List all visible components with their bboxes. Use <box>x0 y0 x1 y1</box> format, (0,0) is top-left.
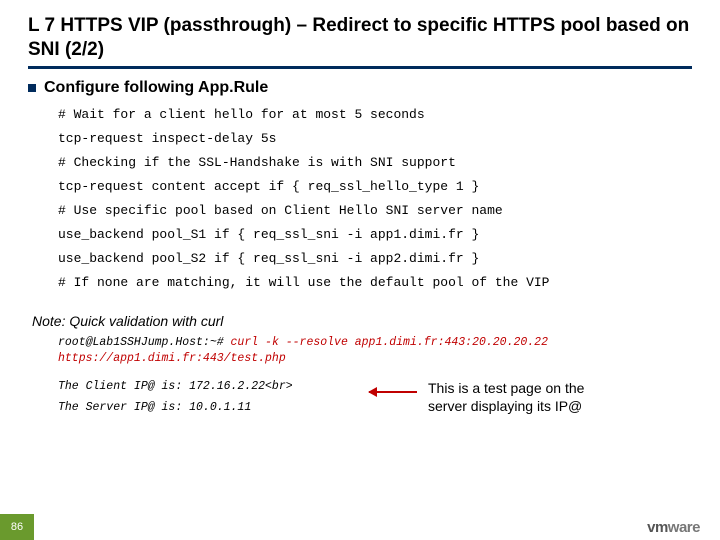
output-line: The Client IP@ is: 172.16.2.22<br> <box>58 377 358 398</box>
output-line: The Server IP@ is: 10.0.1.11 <box>58 398 358 419</box>
vmware-logo: vmware <box>647 519 700 536</box>
bullet-row: Configure following App.Rule <box>28 79 692 97</box>
curl-prompt: root@Lab1SSHJump.Host:~# <box>58 336 231 349</box>
code-line: use_backend pool_S2 if { req_ssl_sni -i … <box>58 247 692 271</box>
code-line: use_backend pool_S1 if { req_ssl_sni -i … <box>58 223 692 247</box>
slide-title: L 7 HTTPS VIP (passthrough) – Redirect t… <box>28 14 692 69</box>
annotation-text: This is a test page on the server displa… <box>428 377 618 415</box>
arrow-cell <box>358 377 428 393</box>
logo-part: ware <box>668 519 700 536</box>
logo-part: vm <box>647 519 668 536</box>
code-line: # If none are matching, it will use the … <box>58 271 692 295</box>
arrow-left-icon <box>369 391 417 393</box>
curl-command: root@Lab1SSHJump.Host:~# curl -k --resol… <box>58 335 692 367</box>
bullet-icon <box>28 84 36 92</box>
bullet-text: Configure following App.Rule <box>44 79 268 97</box>
page-number: 86 <box>0 514 34 540</box>
curl-output: The Client IP@ is: 172.16.2.22<br> The S… <box>58 377 358 418</box>
note-text: Note: Quick validation with curl <box>32 313 692 329</box>
footer: 86 vmware <box>0 514 720 540</box>
code-line: # Checking if the SSL-Handshake is with … <box>58 151 692 175</box>
code-line: tcp-request content accept if { req_ssl_… <box>58 175 692 199</box>
code-line: # Use specific pool based on Client Hell… <box>58 199 692 223</box>
code-line: # Wait for a client hello for at most 5 … <box>58 103 692 127</box>
apprule-code: # Wait for a client hello for at most 5 … <box>58 103 692 295</box>
code-line: tcp-request inspect-delay 5s <box>58 127 692 151</box>
output-row: The Client IP@ is: 172.16.2.22<br> The S… <box>58 377 692 418</box>
